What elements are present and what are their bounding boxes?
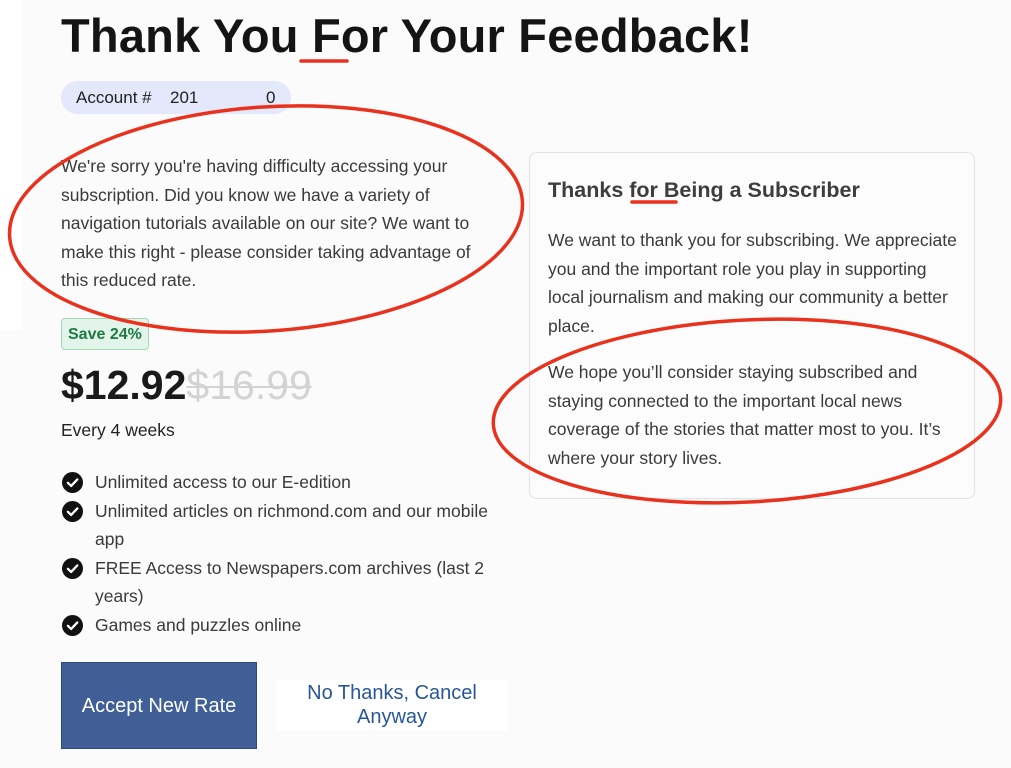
feature-item: Unlimited articles on richmond.com and o… [61,497,516,554]
account-number-part-b: 0 [266,88,276,107]
feature-text: Unlimited articles on richmond.com and o… [95,500,488,550]
feature-item: Games and puzzles online [61,611,516,640]
new-price: $12.92 [61,362,187,408]
card-paragraph-1: We want to thank you for subscribing. We… [548,230,957,336]
check-circle-icon [62,557,83,579]
feature-item: Unlimited access to our E-edition [61,468,516,497]
feature-text: Games and puzzles online [95,614,302,635]
cancel-anyway-button[interactable]: No Thanks, Cancel Anyway [276,680,508,730]
left-edge-panel [0,0,22,330]
check-circle-icon [62,614,83,636]
card-title: Thanks for Being a Subscriber [548,178,860,202]
save-badge: Save 24% [61,318,149,350]
price-row: $12.92$16.99 [61,358,312,422]
old-price: $16.99 [186,362,312,408]
account-label: Account # [76,88,152,107]
accept-new-rate-button[interactable]: Accept New Rate [61,662,257,749]
feature-list: Unlimited access to our E-edition Unlimi… [61,468,516,639]
feature-text: Unlimited access to our E-edition [95,472,351,492]
billing-frequency: Every 4 weeks [61,420,175,440]
intro-text: We're sorry you're having difficulty acc… [61,156,471,291]
account-number-part-a: 201 [170,88,199,107]
card-paragraph-2: We hope you’ll consider staying subscrib… [548,362,941,468]
page-title: Thank You For Your Feedback! [61,9,753,62]
feature-item: FREE Access to Newspapers.com archives (… [61,554,516,611]
subscriber-thanks-card: Thanks for Being a Subscriber We want to… [529,152,975,499]
account-badge: Account # 201 0 [61,81,291,114]
check-circle-icon [62,500,83,522]
check-circle-icon [62,472,83,493]
feature-text: FREE Access to Newspapers.com archives (… [95,557,485,607]
